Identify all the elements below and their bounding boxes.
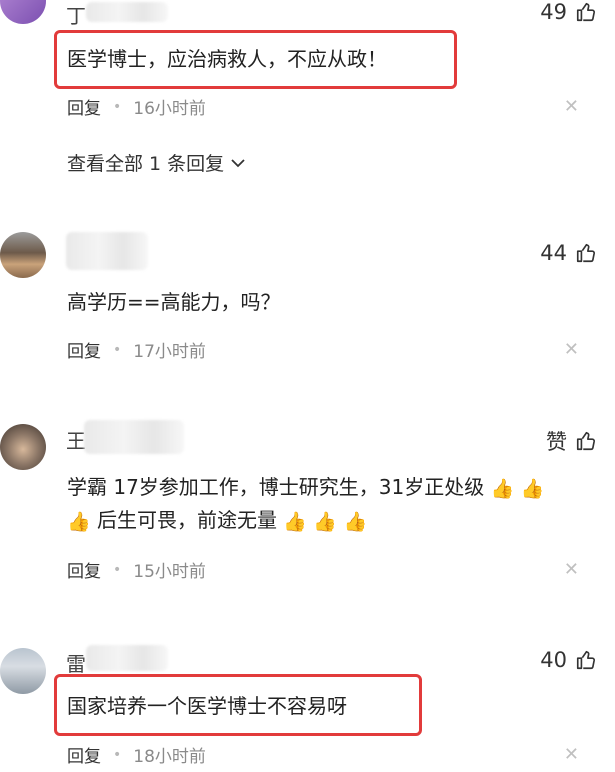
thumbs-up-emoji: 👍 [520, 478, 545, 500]
thumbs-up-icon [576, 2, 596, 22]
like-button[interactable]: 40 [540, 648, 597, 672]
view-all-label: 查看全部 1 条回复 [67, 153, 225, 175]
thumbs-up-icon [576, 243, 596, 263]
like-count: 49 [540, 0, 567, 24]
reply-button[interactable]: 回复 [67, 337, 101, 362]
like-button[interactable]: 44 [540, 241, 597, 265]
separator-dot: • [113, 98, 122, 115]
thumbs-up-emoji: 👍 [67, 511, 91, 533]
comment-text-line1: 学霸 17岁参加工作，博士研究生，31岁正处级 👍 👍 [67, 471, 544, 500]
reply-button[interactable]: 回复 [67, 742, 101, 767]
chevron-down-icon [231, 158, 245, 167]
timestamp: 17小时前 [133, 342, 206, 362]
comment-text: 医学博士，应治病救人，不应从政！ [67, 47, 387, 71]
comment-text-line2: 👍 后生可畏，前途无量 👍 👍 👍 [67, 504, 367, 533]
thumbs-up-icon [576, 431, 596, 451]
thumbs-up-emoji: 👍 [283, 511, 308, 533]
like-button[interactable]: 49 [540, 0, 597, 24]
username-initial[interactable]: 雷 [66, 648, 86, 677]
username-blurred[interactable] [84, 420, 184, 454]
comment-meta: 回复 • 16小时前 [67, 94, 206, 120]
timestamp: 16小时前 [133, 99, 206, 119]
like-count: 40 [540, 648, 567, 672]
thumbs-up-emoji: 👍 [343, 511, 368, 533]
like-count: 赞 [546, 430, 567, 454]
like-button[interactable]: 赞 [546, 426, 597, 456]
username-blurred[interactable] [86, 2, 168, 22]
thumbs-up-emoji: 👍 [313, 511, 338, 533]
thumbs-up-emoji: 👍 [490, 478, 515, 500]
close-icon[interactable]: ✕ [564, 559, 579, 580]
username-initial[interactable]: 丁 [66, 0, 86, 29]
avatar[interactable] [0, 0, 46, 24]
avatar[interactable] [0, 648, 46, 694]
comment-meta: 回复 • 18小时前 [67, 742, 206, 768]
username-blurred[interactable] [66, 232, 148, 270]
comment-text: 后生可畏，前途无量 [97, 508, 278, 532]
separator-dot: • [113, 561, 122, 578]
avatar[interactable] [0, 424, 46, 470]
comment-meta: 回复 • 15小时前 [67, 557, 206, 583]
username-blurred[interactable] [86, 645, 168, 671]
reply-button[interactable]: 回复 [67, 94, 101, 119]
close-icon[interactable]: ✕ [564, 96, 579, 117]
separator-dot: • [113, 746, 122, 763]
timestamp: 15小时前 [133, 562, 206, 582]
view-all-replies-button[interactable]: 查看全部 1 条回复 [67, 149, 246, 176]
username-initial[interactable]: 王 [66, 425, 86, 454]
avatar[interactable] [0, 232, 46, 278]
separator-dot: • [113, 341, 122, 358]
comment-text: 高学历==高能力，吗？ [67, 290, 281, 314]
close-icon[interactable]: ✕ [564, 339, 579, 360]
comment-text: 学霸 17岁参加工作，博士研究生，31岁正处级 [67, 475, 485, 499]
thumbs-up-icon [576, 650, 596, 670]
reply-button[interactable]: 回复 [67, 557, 101, 582]
comment-text: 国家培养一个医学博士不容易呀 [67, 694, 347, 718]
timestamp: 18小时前 [133, 747, 206, 767]
like-count: 44 [540, 241, 567, 265]
comment-meta: 回复 • 17小时前 [67, 337, 206, 363]
close-icon[interactable]: ✕ [564, 744, 579, 765]
